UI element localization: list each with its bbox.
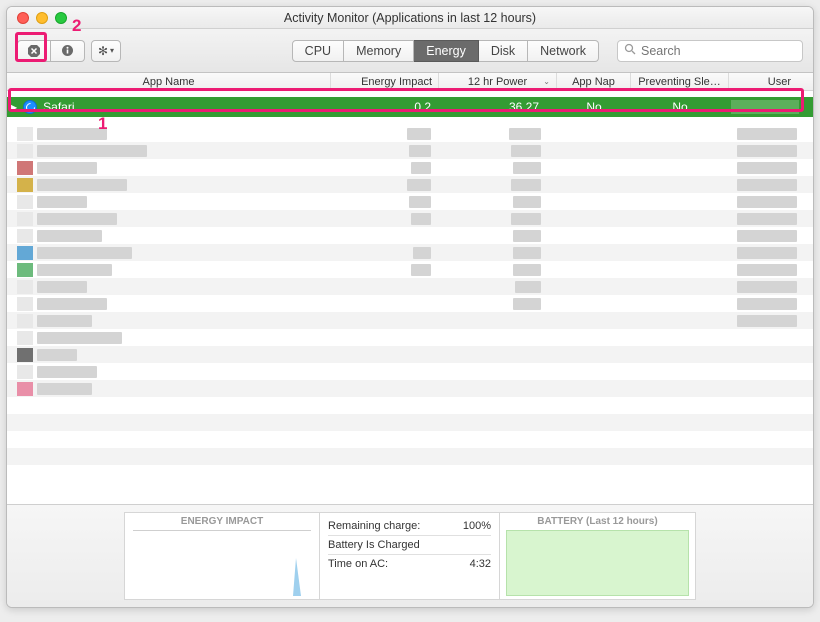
toolbar: ✻▾ CPU Memory Energy Disk Network (7, 29, 813, 73)
stop-octagon-icon (27, 44, 41, 58)
tab-energy[interactable]: Energy (414, 40, 479, 62)
remaining-charge-value: 100% (463, 520, 491, 532)
search-field[interactable] (617, 40, 803, 62)
view-options-button[interactable]: ✻▾ (91, 40, 121, 62)
annotation-label-1: 1 (98, 114, 107, 134)
tab-memory[interactable]: Memory (344, 40, 414, 62)
disclosure-triangle-icon[interactable]: ▶ (11, 103, 17, 112)
battery-charged-label: Battery Is Charged (328, 539, 420, 551)
info-icon (61, 44, 74, 57)
sort-chevron-icon: ⌄ (543, 77, 550, 86)
column-header-app-name[interactable]: App Name (7, 73, 331, 90)
tab-disk[interactable]: Disk (479, 40, 528, 62)
energy-spark-chart (133, 531, 311, 596)
table-row-selected[interactable]: ▶ Safari 0.2 36.27 No No (7, 97, 813, 117)
table-header-row: App Name Energy Impact 12 hr Power ⌄ App… (7, 73, 813, 91)
summary-bar: ENERGY IMPACT Remaining charge: 100% Bat… (7, 504, 813, 607)
column-header-preventing-sleep[interactable]: Preventing Sle… (631, 73, 729, 90)
safari-app-icon (23, 100, 37, 114)
search-icon (624, 43, 636, 58)
cell-app-nap: No (557, 100, 631, 114)
redacted-rows (7, 121, 813, 491)
process-table[interactable]: ▶ Safari 0.2 36.27 No No (7, 91, 813, 491)
remaining-charge-label: Remaining charge: (328, 520, 420, 532)
battery-history-heading: BATTERY (Last 12 hours) (537, 516, 657, 530)
process-name: Safari (43, 100, 74, 114)
tab-bar: CPU Memory Energy Disk Network (292, 40, 599, 62)
gear-icon: ✻ (98, 44, 108, 58)
annotation-label-2: 2 (72, 16, 81, 36)
column-header-energy-impact[interactable]: Energy Impact (331, 73, 439, 90)
time-on-ac-value: 4:32 (470, 558, 491, 570)
cell-energy-impact: 0.2 (331, 100, 439, 114)
column-header-app-nap[interactable]: App Nap (557, 73, 631, 90)
column-header-12hr-power[interactable]: 12 hr Power ⌄ (439, 73, 557, 90)
cell-12hr-power: 36.27 (439, 100, 557, 114)
minimize-window-button[interactable] (36, 12, 48, 24)
activity-monitor-window: Activity Monitor (Applications in last 1… (6, 6, 814, 608)
column-header-user[interactable]: User (729, 73, 813, 90)
battery-stats-panel: Remaining charge: 100% Battery Is Charge… (320, 512, 500, 600)
window-controls (17, 12, 67, 24)
stop-process-button[interactable] (17, 40, 51, 62)
inspect-process-button[interactable] (51, 40, 85, 62)
close-window-button[interactable] (17, 12, 29, 24)
time-on-ac-label: Time on AC: (328, 558, 388, 570)
tab-cpu[interactable]: CPU (292, 40, 344, 62)
battery-history-panel: BATTERY (Last 12 hours) (500, 512, 696, 600)
titlebar: Activity Monitor (Applications in last 1… (7, 7, 813, 29)
column-header-label: 12 hr Power (468, 76, 527, 88)
process-action-group (17, 40, 85, 62)
window-title: Activity Monitor (Applications in last 1… (67, 11, 753, 25)
energy-impact-heading: ENERGY IMPACT (133, 516, 311, 531)
search-input[interactable] (641, 44, 796, 58)
energy-impact-panel: ENERGY IMPACT (124, 512, 320, 600)
chevron-down-icon: ▾ (110, 46, 114, 55)
cell-user (729, 100, 813, 114)
battery-history-chart (506, 530, 689, 596)
cell-preventing-sleep: No (631, 100, 729, 114)
tab-network[interactable]: Network (528, 40, 599, 62)
zoom-window-button[interactable] (55, 12, 67, 24)
